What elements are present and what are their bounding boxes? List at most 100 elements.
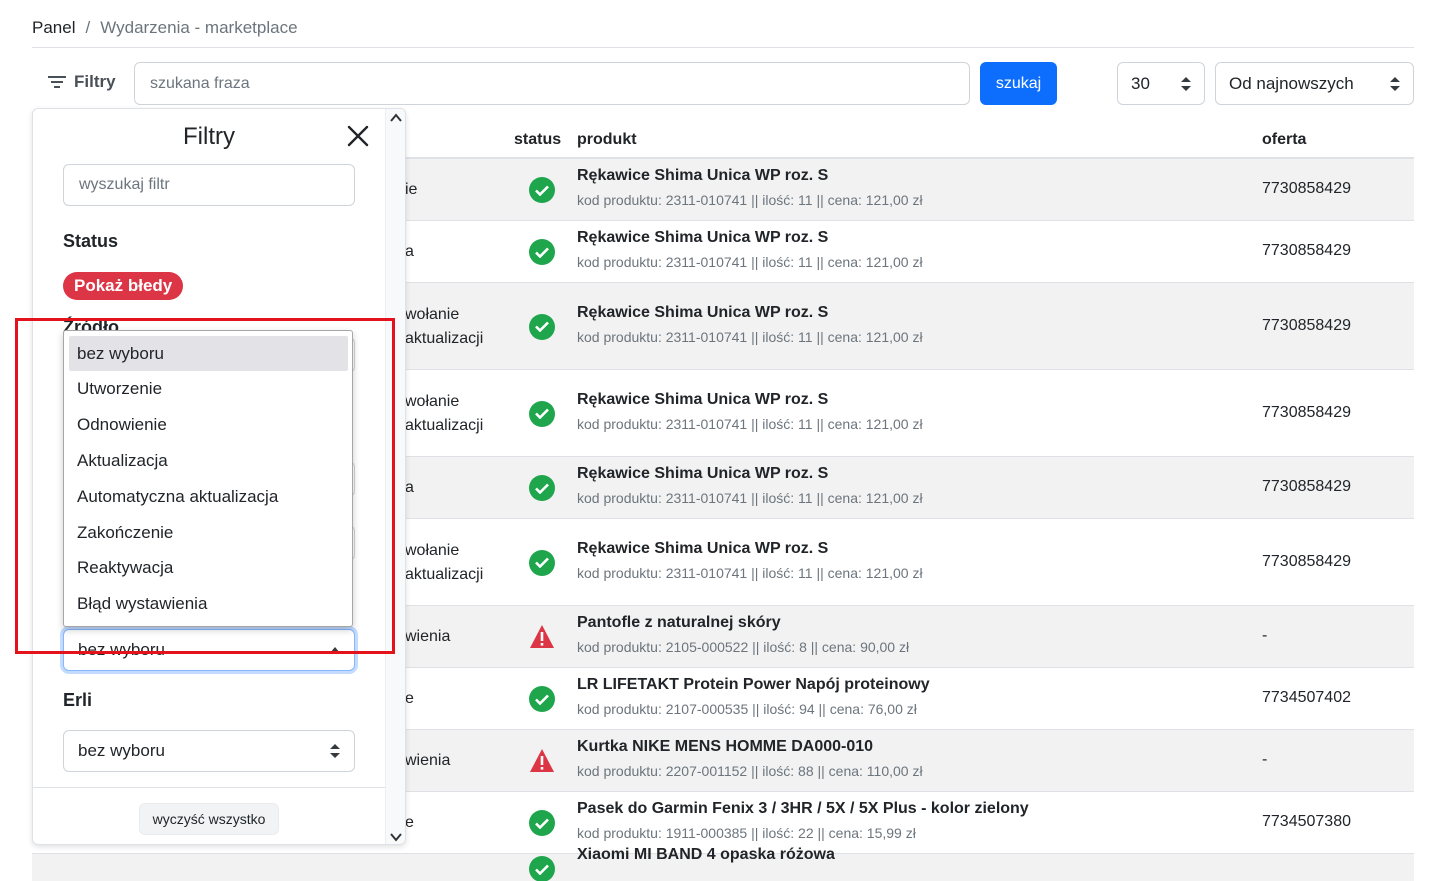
- breadcrumb-separator: /: [85, 18, 91, 37]
- success-check-icon: [529, 400, 555, 427]
- success-check-icon: [529, 686, 555, 712]
- product-cell: LR LIFETAKT Protein Power Napój proteino…: [577, 675, 930, 717]
- product-meta: kod produktu: 2311-010741 || ilość: 11 |…: [577, 254, 923, 270]
- offer-id[interactable]: 7734507380: [1262, 813, 1351, 831]
- success-check-icon: [529, 549, 555, 576]
- filter-lines-icon: [48, 76, 66, 88]
- event-type-line: wołanie: [405, 541, 460, 559]
- offer-id[interactable]: 7730858429: [1262, 180, 1351, 198]
- product-name[interactable]: Rękawice Shima Unica WP roz. S: [577, 464, 923, 484]
- product-name[interactable]: Xiaomi MI BAND 4 opaska różowa: [577, 845, 835, 865]
- sort-updown-icon: [1181, 76, 1191, 91]
- filter-search-input[interactable]: [63, 164, 355, 206]
- clear-all-button[interactable]: wyczyść wszystko: [139, 803, 279, 835]
- event-type-cell: wienia: [405, 749, 450, 773]
- product-meta: kod produktu: 2311-010741 || ilość: 11 |…: [577, 328, 923, 345]
- product-cell: Rękawice Shima Unica WP roz. S kod produk…: [577, 228, 923, 270]
- event-type-line: aktualizacji: [405, 565, 484, 583]
- header-product: produkt: [577, 131, 637, 148]
- sort-value: Od najnowszych: [1229, 73, 1354, 93]
- event-type-cell: wienia: [405, 625, 450, 649]
- product-cell: Xiaomi MI BAND 4 opaska różowa: [577, 845, 835, 871]
- event-type-line: e: [405, 690, 414, 707]
- product-cell: Rękawice Shima Unica WP roz. S kod produk…: [577, 166, 923, 208]
- success-check-icon: [529, 239, 555, 265]
- product-name[interactable]: Pantofle z naturalnej skóry: [577, 613, 909, 633]
- event-type-cell: e: [405, 811, 414, 835]
- offer-id[interactable]: -: [1262, 751, 1267, 769]
- product-cell: Rękawice Shima Unica WP roz. S kod produk…: [577, 303, 923, 345]
- erli-section-title: Erli: [63, 690, 93, 710]
- filters-toggle-button[interactable]: Filtry: [48, 72, 116, 92]
- sort-select[interactable]: Od najnowszych: [1215, 62, 1414, 105]
- product-cell: Pasek do Garmin Fenix 3 / 3HR / 5X / 5X …: [577, 799, 1029, 841]
- offer-id[interactable]: 7730858429: [1262, 478, 1351, 496]
- show-errors-badge[interactable]: Pokaż błedy: [63, 272, 184, 300]
- per-page-value: 30: [1131, 73, 1150, 93]
- product-meta: kod produktu: 2311-010741 || ilość: 11 |…: [577, 415, 923, 432]
- sort-updown-icon: [330, 744, 340, 758]
- event-type-line: a: [405, 479, 414, 496]
- product-name[interactable]: Pasek do Garmin Fenix 3 / 3HR / 5X / 5X …: [577, 799, 1029, 819]
- divider: [32, 47, 1414, 48]
- event-type-cell: ie: [405, 178, 417, 202]
- breadcrumb-home[interactable]: Panel: [32, 18, 75, 38]
- event-type-line: wołanie: [405, 305, 460, 323]
- event-type-line: aktualizacji: [405, 329, 484, 347]
- success-check-icon: [529, 475, 555, 501]
- per-page-select[interactable]: 30: [1117, 62, 1205, 105]
- header-offer: oferta: [1262, 131, 1307, 148]
- offer-id[interactable]: 7730858429: [1262, 553, 1351, 571]
- product-name[interactable]: Kurtka NIKE MENS HOMME DA000-010: [577, 737, 923, 757]
- event-type-line: wienia: [405, 628, 451, 645]
- event-type-cell: a: [405, 476, 414, 500]
- offer-id[interactable]: 7730858429: [1262, 242, 1351, 260]
- product-cell: Rękawice Shima Unica WP roz. S kod produk…: [577, 539, 923, 581]
- breadcrumb: Panel / Wydarzenia - marketplace: [32, 18, 298, 38]
- sort-updown-icon: [1390, 76, 1400, 91]
- product-cell: Rękawice Shima Unica WP roz. S kod produk…: [577, 464, 923, 506]
- divider: [33, 787, 385, 788]
- product-meta: kod produktu: 2207-001152 || ilość: 88 |…: [577, 763, 923, 779]
- table-row[interactable]: Xiaomi MI BAND 4 opaska różowa: [32, 846, 1414, 881]
- close-icon[interactable]: [347, 125, 369, 147]
- event-type-line: wołanie: [405, 392, 460, 410]
- product-meta: kod produktu: 2105-000522 || ilość: 8 ||…: [577, 639, 910, 655]
- product-cell: Kurtka NIKE MENS HOMME DA000-010 kod prod…: [577, 737, 923, 779]
- search-input[interactable]: [134, 62, 970, 105]
- success-check-icon: [529, 177, 555, 203]
- event-type-cell: a: [405, 240, 414, 264]
- erli-select[interactable]: bez wyboru: [63, 730, 355, 772]
- offer-id[interactable]: 7730858429: [1262, 317, 1351, 335]
- status-section-title: Status: [63, 231, 119, 251]
- offer-id[interactable]: -: [1262, 627, 1267, 645]
- success-check-icon: [529, 810, 555, 836]
- chevron-down-icon[interactable]: [390, 832, 402, 842]
- product-name[interactable]: Rękawice Shima Unica WP roz. S: [577, 303, 923, 323]
- erli-select-value: bez wyboru: [78, 741, 165, 760]
- event-type-cell: e: [405, 687, 414, 711]
- event-type-line: wienia: [405, 752, 451, 769]
- warning-triangle-icon: [530, 625, 554, 648]
- success-check-icon: [529, 313, 555, 340]
- offer-id[interactable]: 7730858429: [1262, 404, 1351, 422]
- chevron-up-icon[interactable]: [390, 113, 402, 123]
- search-button[interactable]: szukaj: [980, 62, 1057, 105]
- panel-title: Filtry: [183, 123, 235, 150]
- product-name[interactable]: Rękawice Shima Unica WP roz. S: [577, 539, 923, 559]
- product-name[interactable]: LR LIFETAKT Protein Power Napój proteino…: [577, 675, 930, 695]
- success-check-icon: [529, 856, 555, 881]
- event-type-line: e: [405, 814, 414, 831]
- event-type-cell: wołanie aktualizacji: [405, 303, 483, 351]
- event-type-cell: wołanie aktualizacji: [405, 539, 483, 587]
- product-meta: kod produktu: 2107-000535 || ilość: 94 |…: [577, 701, 917, 717]
- warning-triangle-icon: [530, 749, 554, 772]
- event-type-line: ie: [405, 181, 418, 198]
- product-name[interactable]: Rękawice Shima Unica WP roz. S: [577, 166, 923, 186]
- product-name[interactable]: Rękawice Shima Unica WP roz. S: [577, 228, 923, 248]
- product-cell: Rękawice Shima Unica WP roz. S kod produk…: [577, 390, 923, 432]
- offer-id[interactable]: 7734507402: [1262, 689, 1351, 707]
- product-name[interactable]: Rękawice Shima Unica WP roz. S: [577, 390, 923, 410]
- product-meta: kod produktu: 1911-000385 || ilość: 22 |…: [577, 825, 916, 841]
- product-meta: kod produktu: 2311-010741 || ilość: 11 |…: [577, 192, 923, 208]
